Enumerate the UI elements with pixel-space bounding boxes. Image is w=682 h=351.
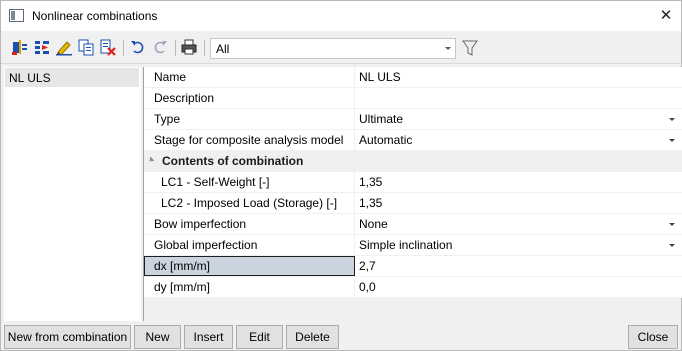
global-imperfection-dropdown[interactable]: Simple inclination — [356, 235, 682, 255]
chevron-down-icon — [669, 223, 675, 226]
copy-icon[interactable] — [77, 38, 95, 56]
property-row-name: Name NL ULS — [144, 67, 682, 88]
property-row-lc1: LC1 - Self-Weight [-] 1,35 — [144, 172, 682, 193]
type-dropdown[interactable]: Ultimate — [356, 109, 682, 129]
delete-button[interactable]: Delete — [286, 325, 339, 349]
description-input[interactable] — [356, 88, 682, 108]
new-from-combination-button[interactable]: New from combination — [4, 325, 131, 349]
property-row-type: Type Ultimate — [144, 109, 682, 130]
global-imperfection-value: Simple inclination — [359, 238, 453, 252]
edit-icon[interactable] — [55, 38, 73, 56]
section-title: Contents of combination — [162, 154, 304, 168]
property-row-description: Description — [144, 88, 682, 109]
filter-dropdown[interactable]: All — [210, 38, 456, 59]
chevron-down-icon — [669, 244, 675, 247]
title-bar: Nonlinear combinations ✕ — [1, 1, 681, 31]
undo-icon[interactable] — [129, 38, 147, 56]
dy-input[interactable]: 0,0 — [356, 277, 682, 297]
type-value: Ultimate — [359, 112, 404, 126]
property-label: dy [mm/m] — [144, 277, 355, 297]
dx-input[interactable]: 2,7 — [356, 256, 682, 276]
property-label: Type — [144, 109, 355, 129]
toolbar-separator — [175, 40, 176, 56]
close-icon[interactable]: ✕ — [651, 3, 681, 29]
property-label: Global imperfection — [144, 235, 355, 255]
property-label: Stage for composite analysis model — [144, 130, 355, 150]
property-row-dx: dx [mm/m] 2,7 — [144, 256, 682, 277]
stage-dropdown[interactable]: Automatic — [356, 130, 682, 150]
property-row-dy: dy [mm/m] 0,0 — [144, 277, 682, 298]
chevron-down-icon — [669, 139, 675, 142]
property-label-selected[interactable]: dx [mm/m] — [144, 256, 355, 276]
nonlinear-combinations-dialog: Nonlinear combinations ✕ All NL ULS Name… — [0, 0, 682, 351]
chevron-down-icon — [445, 47, 451, 50]
lc1-factor-input[interactable]: 1,35 — [356, 172, 682, 192]
toolbar: All — [1, 32, 681, 64]
combinations-list: NL ULS — [4, 67, 141, 321]
property-label: Bow imperfection — [144, 214, 355, 234]
window-title: Nonlinear combinations — [32, 9, 158, 23]
chevron-down-icon — [669, 118, 675, 121]
property-label: Name — [144, 67, 355, 87]
toolbar-separator — [123, 40, 124, 56]
window-icon — [9, 9, 24, 22]
bow-imperfection-value: None — [359, 217, 388, 231]
stage-value: Automatic — [359, 133, 413, 147]
properties-grid: Name NL ULS Description Type Ultimate St… — [143, 67, 682, 321]
redo-icon[interactable] — [151, 38, 169, 56]
print-icon[interactable] — [180, 38, 198, 56]
edit-button[interactable]: Edit — [236, 325, 283, 349]
property-label: LC2 - Imposed Load (Storage) [-] — [144, 193, 355, 213]
property-row-lc2: LC2 - Imposed Load (Storage) [-] 1,35 — [144, 193, 682, 214]
filter-value: All — [216, 42, 230, 56]
property-label: Description — [144, 88, 355, 108]
close-button[interactable]: Close — [628, 325, 678, 349]
property-label: LC1 - Self-Weight [-] — [144, 172, 355, 192]
property-row-stage: Stage for composite analysis model Autom… — [144, 130, 682, 151]
list-item[interactable]: NL ULS — [5, 68, 139, 87]
new-button[interactable]: New — [134, 325, 181, 349]
property-row-global-imperfection: Global imperfection Simple inclination — [144, 235, 682, 256]
name-input[interactable]: NL ULS — [356, 67, 682, 87]
bow-imperfection-dropdown[interactable]: None — [356, 214, 682, 234]
property-row-bow-imperfection: Bow imperfection None — [144, 214, 682, 235]
section-header-contents[interactable]: Contents of combination — [144, 151, 682, 172]
new-combination-icon[interactable] — [11, 38, 29, 56]
filter-icon[interactable] — [462, 39, 478, 57]
button-bar: New from combination New Insert Edit Del… — [1, 322, 681, 350]
toolbar-separator — [204, 40, 205, 56]
lc2-factor-input[interactable]: 1,35 — [356, 193, 682, 213]
delete-icon[interactable] — [99, 38, 117, 56]
insert-button[interactable]: Insert — [184, 325, 233, 349]
insert-icon[interactable] — [33, 38, 51, 56]
